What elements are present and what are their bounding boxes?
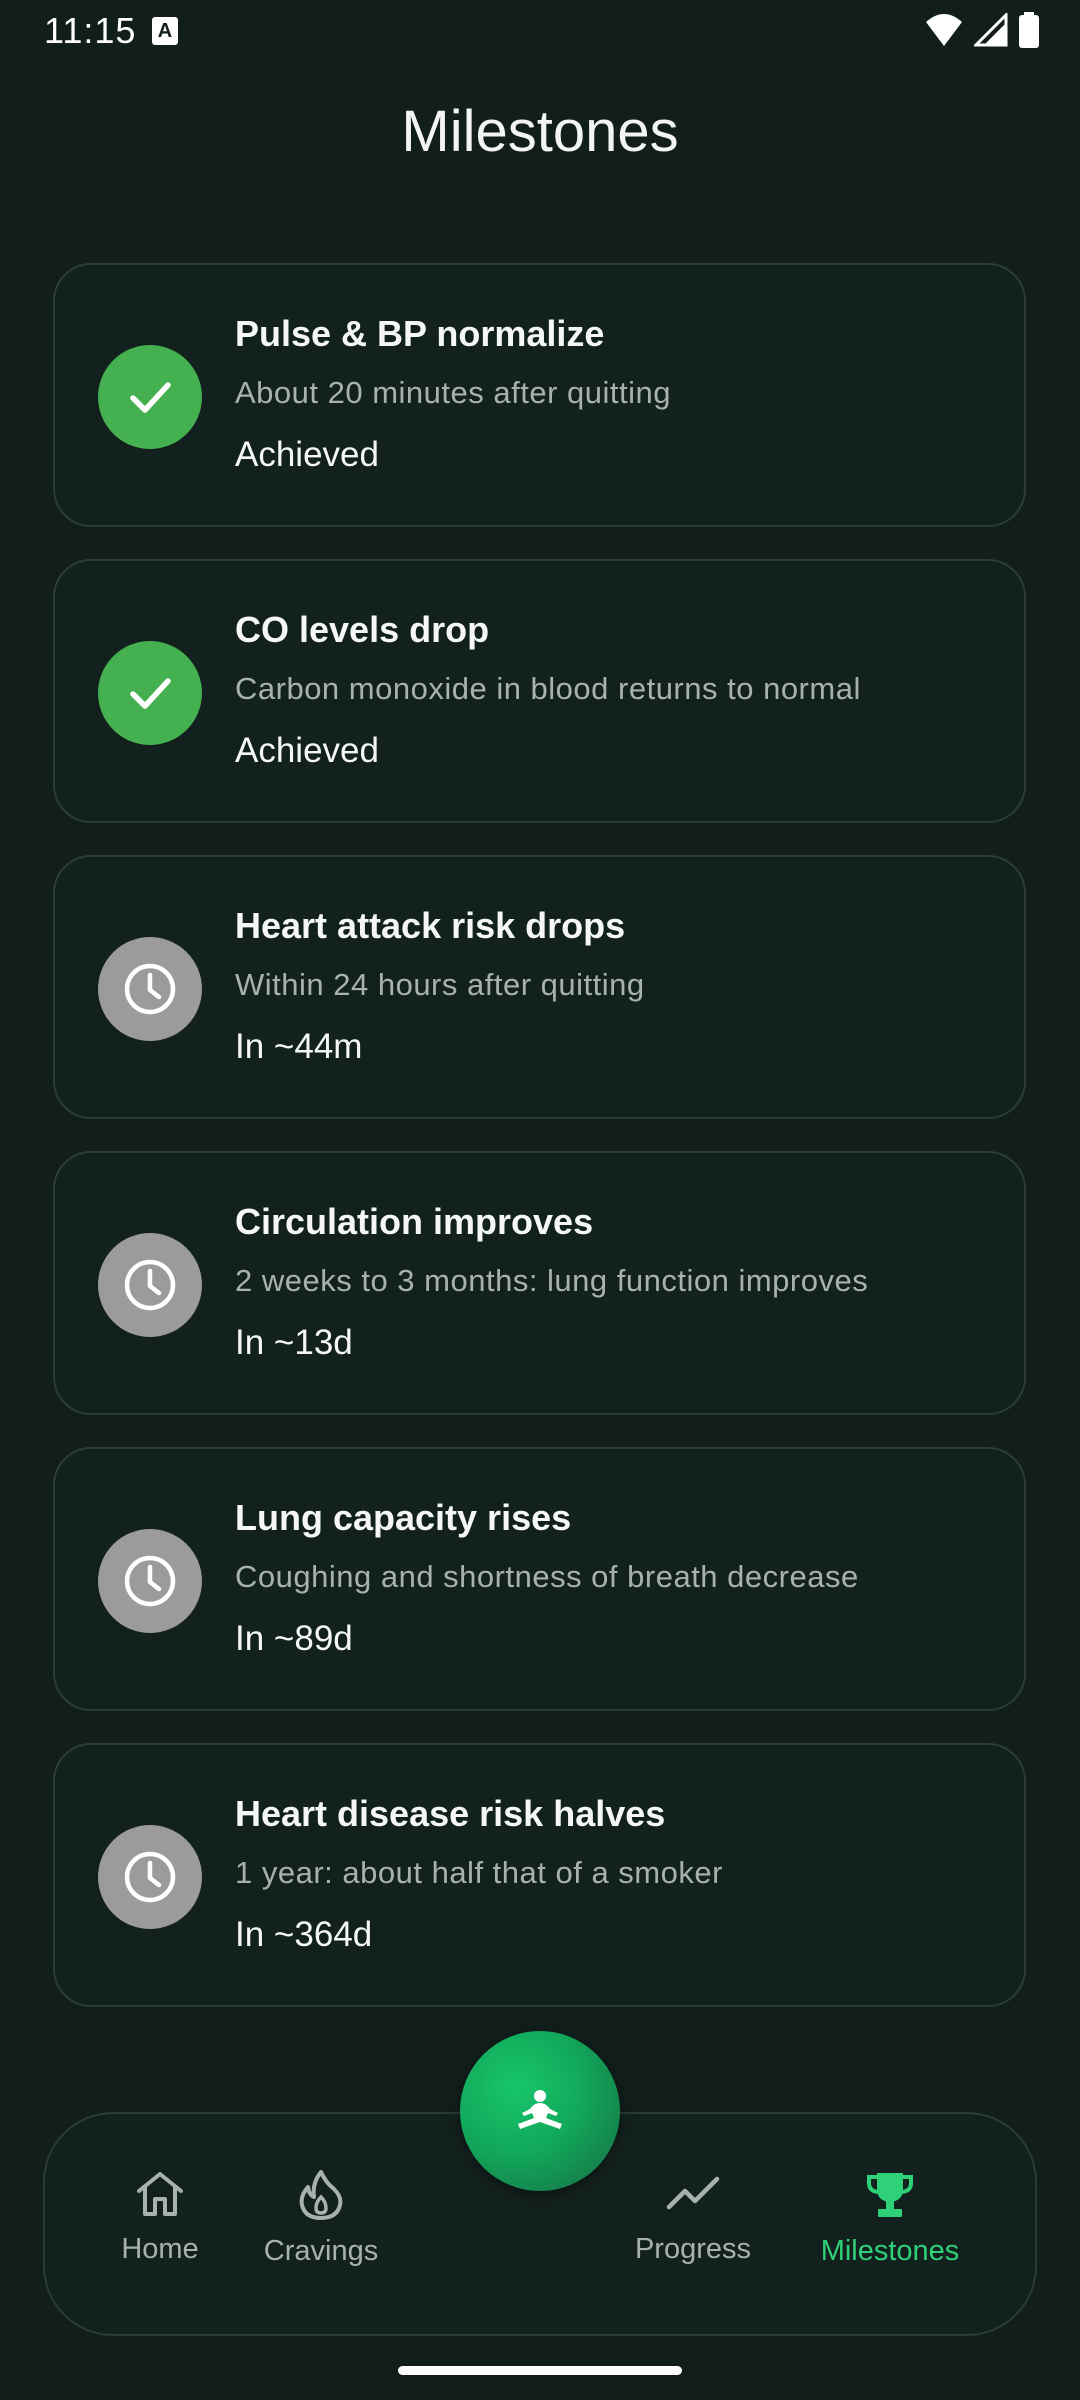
nav-label-home: Home xyxy=(121,2233,199,2265)
nav-item-progress[interactable]: Progress xyxy=(608,2169,778,2266)
milestone-card[interactable]: Pulse & BP normalize About 20 minutes af… xyxy=(53,263,1026,527)
nav-label-progress: Progress xyxy=(634,2233,752,2265)
milestone-status: In ~44m xyxy=(235,1027,363,1066)
milestone-title: Heart attack risk drops xyxy=(235,905,626,946)
meditation-icon xyxy=(518,2090,562,2129)
trend-icon xyxy=(666,2176,720,2210)
clock-icon xyxy=(124,1555,176,1607)
wifi-icon xyxy=(926,14,962,46)
milestone-status: In ~13d xyxy=(235,1323,353,1362)
milestone-title: CO levels drop xyxy=(235,609,490,650)
pending-badge xyxy=(98,1825,202,1929)
milestone-description: About 20 minutes after quitting xyxy=(235,375,671,410)
achieved-badge xyxy=(98,345,202,449)
milestone-description: Carbon monoxide in blood returns to norm… xyxy=(235,671,861,706)
milestone-status: In ~364d xyxy=(235,1915,373,1954)
milestone-title: Pulse & BP normalize xyxy=(235,313,605,354)
milestone-card[interactable]: Circulation improves 2 weeks to 3 months… xyxy=(53,1151,1026,1415)
clock-icon xyxy=(124,1259,176,1311)
nav-item-home[interactable]: Home xyxy=(75,2169,245,2266)
nav-label-cravings: Cravings xyxy=(263,2235,379,2267)
check-icon xyxy=(130,678,171,709)
milestone-card[interactable]: CO levels drop Carbon monoxide in blood … xyxy=(53,559,1026,823)
cell-signal-icon xyxy=(974,13,1008,47)
milestone-status: Achieved xyxy=(235,731,379,770)
battery-icon xyxy=(1019,12,1039,48)
nav-item-milestones[interactable]: Milestones xyxy=(805,2169,975,2268)
trophy-icon xyxy=(867,2173,913,2217)
milestone-description: Coughing and shortness of breath decreas… xyxy=(235,1559,859,1594)
meditation-fab-button[interactable] xyxy=(460,2031,620,2191)
milestone-status: Achieved xyxy=(235,435,379,474)
milestone-title: Lung capacity rises xyxy=(235,1497,572,1538)
pending-badge xyxy=(98,1529,202,1633)
flame-icon xyxy=(299,2170,343,2220)
milestone-card[interactable]: Heart disease risk halves 1 year: about … xyxy=(53,1743,1026,2007)
milestone-card[interactable]: Lung capacity rises Coughing and shortne… xyxy=(53,1447,1026,1711)
achieved-badge xyxy=(98,641,202,745)
clock-icon xyxy=(124,963,176,1015)
milestone-card[interactable]: Heart attack risk drops Within 24 hours … xyxy=(53,855,1026,1119)
milestone-list: Pulse & BP normalize About 20 minutes af… xyxy=(53,263,1026,2039)
nav-item-cravings[interactable]: Cravings xyxy=(236,2169,406,2268)
page-title: Milestones xyxy=(401,99,679,164)
status-time: 11:15 xyxy=(44,10,137,51)
home-icon xyxy=(137,2172,183,2216)
clock-icon xyxy=(124,1851,176,1903)
milestone-title: Heart disease risk halves xyxy=(235,1793,666,1834)
notification-a-icon: A xyxy=(152,17,178,45)
check-icon xyxy=(130,382,171,413)
nav-label-milestones: Milestones xyxy=(820,2235,960,2267)
milestone-title: Circulation improves xyxy=(235,1201,594,1242)
milestone-description: 1 year: about half that of a smoker xyxy=(235,1855,723,1890)
pending-badge xyxy=(98,937,202,1041)
status-icons xyxy=(924,12,1040,48)
status-bar: 11:15 A xyxy=(0,0,1080,62)
milestone-status: In ~89d xyxy=(235,1619,353,1658)
milestone-description: Within 24 hours after quitting xyxy=(235,967,645,1002)
milestone-description: 2 weeks to 3 months: lung function impro… xyxy=(235,1263,869,1298)
pending-badge xyxy=(98,1233,202,1337)
home-indicator[interactable] xyxy=(398,2366,682,2375)
